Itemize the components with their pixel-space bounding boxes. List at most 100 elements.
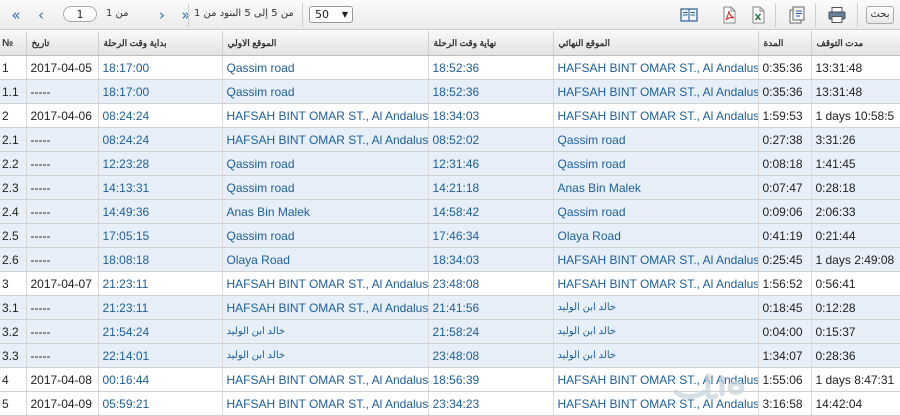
cell-stop-duration: 13:31:48 bbox=[811, 79, 900, 104]
cell-start-location: Anas Bin Malek bbox=[222, 199, 429, 224]
cell-end-time: 08:52:02 bbox=[428, 127, 554, 152]
trip-segment-row[interactable]: 1.1 ----- 18:17:00 Qassim road 18:52:36 HAFSA… bbox=[0, 79, 900, 104]
cell-stop-duration: 1 days 8:47:31 bbox=[811, 367, 900, 392]
next-page-icon[interactable]: › bbox=[152, 5, 172, 25]
cell-stop-duration: 14:42:04 bbox=[811, 391, 900, 416]
cell-duration: 3:16:58 bbox=[758, 391, 812, 416]
cell-start-time: 21:54:24 bbox=[98, 319, 223, 344]
cell-duration: 0:08:18 bbox=[758, 151, 812, 176]
toolbar-divider bbox=[857, 3, 858, 27]
cell-end-time: 21:41:56 bbox=[428, 295, 554, 320]
cell-start-time: 12:23:28 bbox=[98, 151, 223, 176]
cell-end-location: HAFSAH BINT OMAR ST., Al Andalus bbox=[553, 79, 759, 104]
cell-no: 3.1 bbox=[0, 295, 27, 320]
cell-date: 2017-04-09 bbox=[26, 391, 99, 416]
trip-row[interactable]: 4 2017-04-08 00:16:44 HAFSAH BINT OMAR ST.,… bbox=[0, 367, 900, 392]
cell-end-location: خالد ابن الوليد bbox=[553, 319, 759, 344]
cell-start-location: HAFSAH BINT OMAR ST., Al Andalus bbox=[222, 271, 429, 296]
pdf-export-icon[interactable] bbox=[719, 5, 739, 25]
cell-no: 2 bbox=[0, 103, 27, 128]
trip-segment-row[interactable]: 3.1 ----- 21:23:11 HAFSAH BINT OMAR ST., Al… bbox=[0, 295, 900, 320]
html-export-icon[interactable] bbox=[679, 5, 699, 25]
cell-start-location: Olaya Road bbox=[222, 247, 429, 272]
toolbar-divider bbox=[815, 3, 816, 27]
page-size-value: 50 bbox=[315, 8, 329, 21]
cell-date: 2017-04-07 bbox=[26, 271, 99, 296]
cell-duration: 1:34:07 bbox=[758, 343, 812, 368]
cell-stop-duration: 1:41:45 bbox=[811, 151, 900, 176]
toolbar-divider bbox=[775, 3, 776, 27]
trip-row[interactable]: 3 2017-04-07 21:23:11 HAFSAH BINT OMAR ST.,… bbox=[0, 271, 900, 296]
column-header-end-time[interactable]: نهاية وقت الرحلة bbox=[428, 31, 554, 56]
first-page-icon[interactable]: « bbox=[6, 5, 26, 25]
trip-segment-row[interactable]: 2.2 ----- 12:23:28 Qassim road 12:31:46 Qassi… bbox=[0, 151, 900, 176]
trip-row[interactable]: 1 2017-04-05 18:17:00 Qassim road 18:52:36 HA… bbox=[0, 55, 900, 80]
cell-date: 2017-04-08 bbox=[26, 367, 99, 392]
cell-start-location: خالد ابن الوليد bbox=[222, 319, 429, 344]
page-size-select[interactable]: 50 ▼ bbox=[309, 6, 353, 23]
cell-no: 2.4 bbox=[0, 199, 27, 224]
trip-segment-row[interactable]: 3.2 ----- 21:54:24 خالد ابن الوليد 21:58:24 خ… bbox=[0, 319, 900, 344]
cell-start-location: Qassim road bbox=[222, 151, 429, 176]
cell-no: 5 bbox=[0, 391, 27, 416]
cell-start-location: خالد ابن الوليد bbox=[222, 343, 429, 368]
trip-segment-row[interactable]: 3.3 ----- 22:14:01 خالد ابن الوليد 23:48:08 خ… bbox=[0, 343, 900, 368]
trip-segment-row[interactable]: 2.1 ----- 08:24:24 HAFSAH BINT OMAR ST., Al… bbox=[0, 127, 900, 152]
excel-export-icon[interactable] bbox=[748, 5, 768, 25]
cell-no: 3 bbox=[0, 271, 27, 296]
cell-end-time: 18:52:36 bbox=[428, 55, 554, 80]
trip-segment-row[interactable]: 2.4 ----- 14:49:36 Anas Bin Malek 14:58:42 Qa… bbox=[0, 199, 900, 224]
cell-start-location: HAFSAH BINT OMAR ST., Al Andalus bbox=[222, 391, 429, 416]
column-header-no[interactable]: № bbox=[0, 31, 27, 56]
cell-duration: 0:27:38 bbox=[758, 127, 812, 152]
cell-date: ----- bbox=[26, 79, 99, 104]
cell-start-location: Qassim road bbox=[222, 223, 429, 248]
cell-date: ----- bbox=[26, 127, 99, 152]
toolbar-divider bbox=[302, 3, 303, 27]
column-header-duration[interactable]: المدة bbox=[758, 31, 812, 56]
cell-end-location: Qassim road bbox=[553, 127, 759, 152]
cell-start-time: 18:17:00 bbox=[98, 55, 223, 80]
trip-segment-row[interactable]: 2.6 ----- 18:08:18 Olaya Road 18:34:03 HAFSAH… bbox=[0, 247, 900, 272]
table-header-row: № تاريخ بداية وقت الرحلة الموقع الاولي ن… bbox=[0, 31, 900, 56]
column-header-date[interactable]: تاريخ bbox=[26, 31, 99, 56]
cell-stop-duration: 0:12:28 bbox=[811, 295, 900, 320]
cell-end-time: 23:48:08 bbox=[428, 343, 554, 368]
cell-end-location: خالد ابن الوليد bbox=[553, 343, 759, 368]
cell-start-time: 17:05:15 bbox=[98, 223, 223, 248]
cell-end-time: 14:21:18 bbox=[428, 175, 554, 200]
cell-end-location: Anas Bin Malek bbox=[553, 175, 759, 200]
cell-end-location: HAFSAH BINT OMAR ST., Al Andalus bbox=[553, 367, 759, 392]
cell-stop-duration: 1 days 10:58:5 bbox=[811, 103, 900, 128]
cell-date: ----- bbox=[26, 199, 99, 224]
cell-stop-duration: 0:15:37 bbox=[811, 319, 900, 344]
cell-duration: 1:55:06 bbox=[758, 367, 812, 392]
dropdown-arrow-icon: ▼ bbox=[341, 10, 348, 19]
cell-date: ----- bbox=[26, 151, 99, 176]
cell-end-location: خالد ابن الوليد bbox=[553, 295, 759, 320]
prev-page-icon[interactable]: ‹ bbox=[31, 5, 51, 25]
column-header-start-time[interactable]: بداية وقت الرحلة bbox=[98, 31, 223, 56]
cell-end-time: 18:56:39 bbox=[428, 367, 554, 392]
cell-start-time: 18:17:00 bbox=[98, 79, 223, 104]
column-header-start-location[interactable]: الموقع الاولي bbox=[222, 31, 429, 56]
print-icon[interactable] bbox=[827, 5, 847, 25]
cell-duration: 1:59:53 bbox=[758, 103, 812, 128]
word-export-icon[interactable] bbox=[787, 5, 807, 25]
column-header-end-location[interactable]: الموقع النهائي bbox=[553, 31, 759, 56]
last-page-icon[interactable]: » bbox=[176, 5, 196, 25]
column-header-stop-duration[interactable]: مدت التوقف bbox=[811, 31, 900, 56]
cell-end-location: HAFSAH BINT OMAR ST., Al Andalus bbox=[553, 103, 759, 128]
cell-end-location: Olaya Road bbox=[553, 223, 759, 248]
trip-segment-row[interactable]: 2.3 ----- 14:13:31 Qassim road 14:21:18 Anas … bbox=[0, 175, 900, 200]
trips-table: № تاريخ بداية وقت الرحلة الموقع الاولي ن… bbox=[0, 31, 900, 416]
cell-start-location: HAFSAH BINT OMAR ST., Al Andalus bbox=[222, 103, 429, 128]
cell-stop-duration: 13:31:48 bbox=[811, 55, 900, 80]
cell-start-location: Qassim road bbox=[222, 79, 429, 104]
cell-no: 2.6 bbox=[0, 247, 27, 272]
search-button[interactable]: بحث bbox=[866, 6, 894, 24]
trip-row[interactable]: 5 2017-04-09 05:59:21 HAFSAH BINT OMAR ST.,… bbox=[0, 391, 900, 416]
page-number-input[interactable] bbox=[63, 6, 97, 22]
trip-segment-row[interactable]: 2.5 ----- 17:05:15 Qassim road 17:46:34 Olaya… bbox=[0, 223, 900, 248]
trip-row[interactable]: 2 2017-04-06 08:24:24 HAFSAH BINT OMAR ST.,… bbox=[0, 103, 900, 128]
